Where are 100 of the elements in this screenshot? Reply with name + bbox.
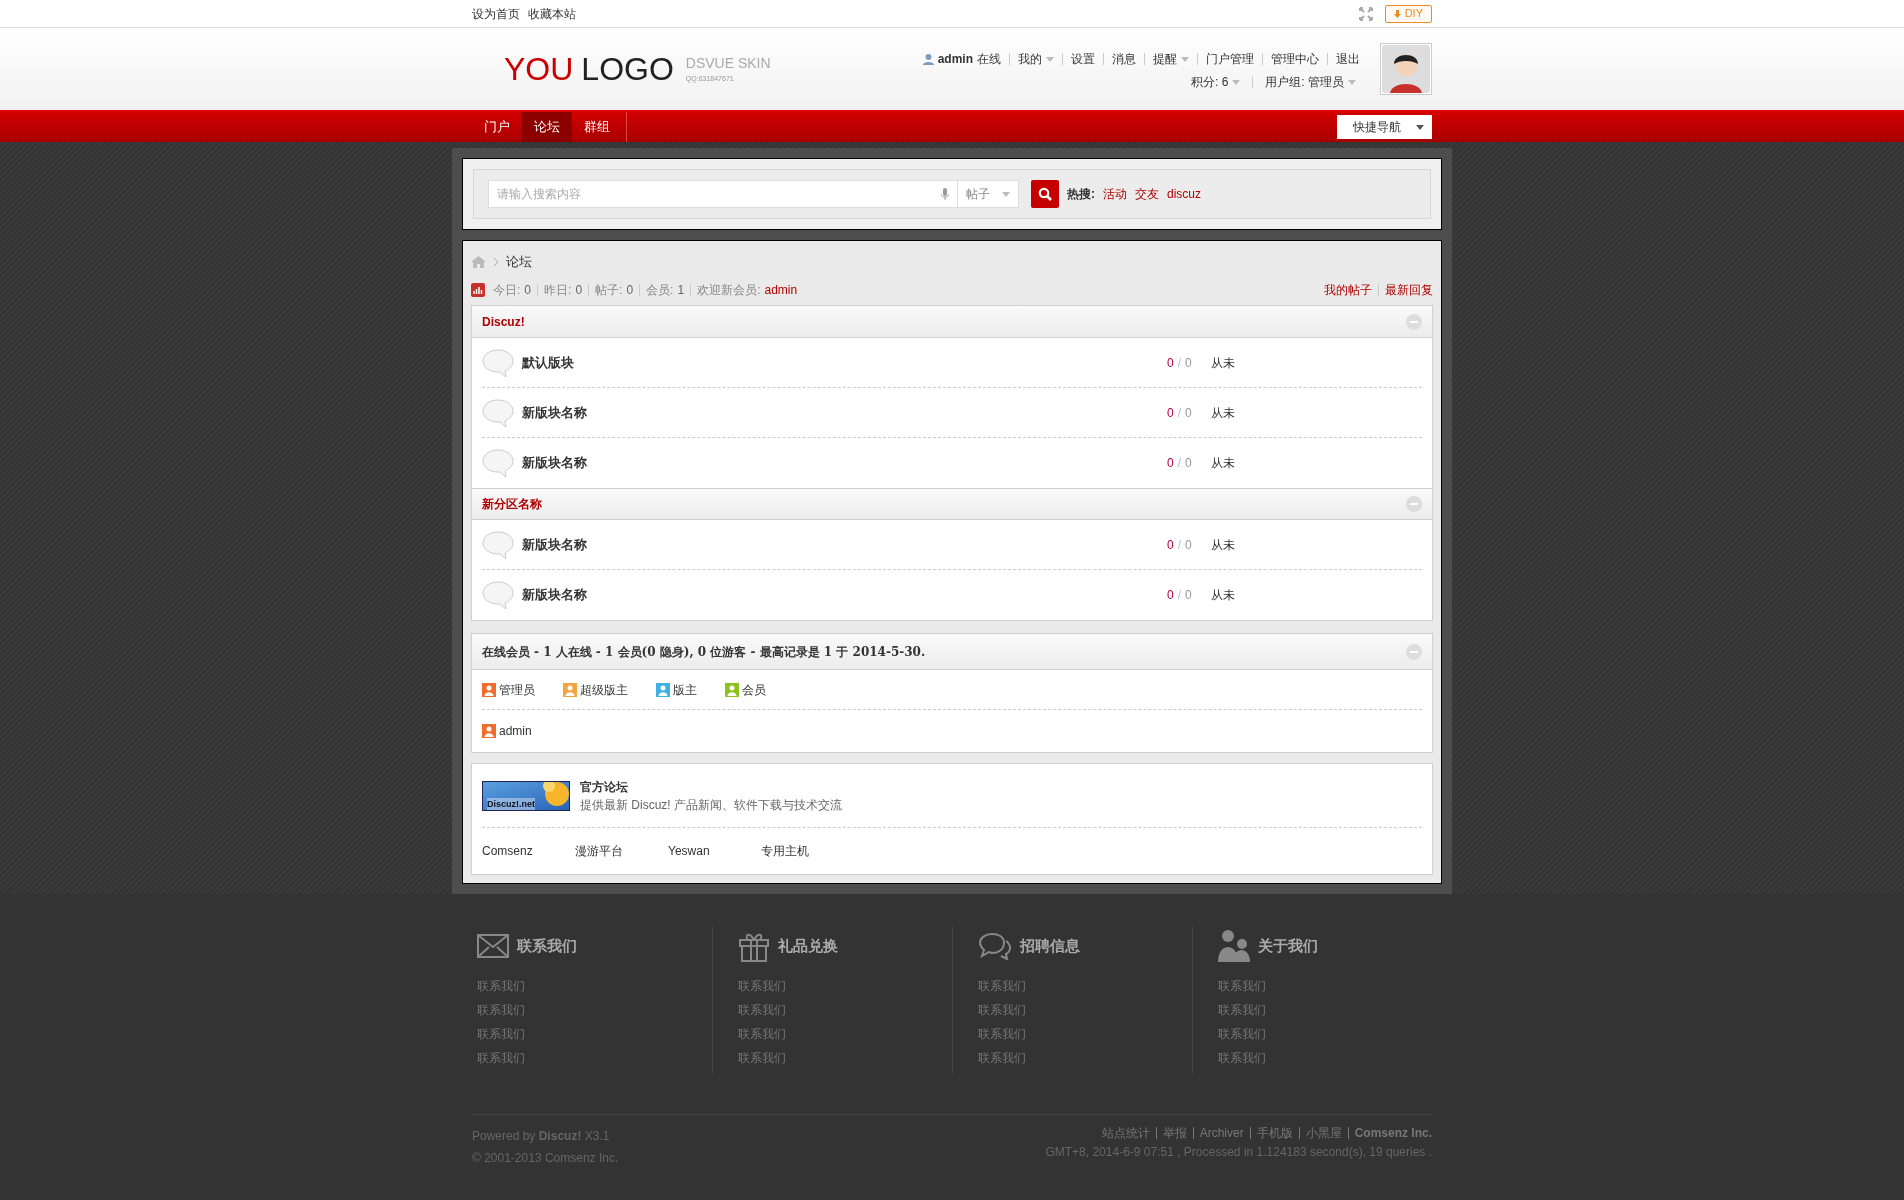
forum-name[interactable]: 新版块名称 [522, 453, 1167, 473]
caret-icon [1002, 191, 1010, 197]
hot-search-link[interactable]: 活动 [1103, 185, 1127, 203]
dropdown-link[interactable]: 我的 [1009, 53, 1062, 65]
user-link[interactable]: 设置 [1062, 53, 1103, 65]
last-post: 从未 [1211, 536, 1236, 554]
partner-description: 提供最新 Discuz! 产品新闻、软件下载与技术交流 [580, 796, 842, 814]
search-icon [1038, 187, 1052, 201]
breadcrumb-link[interactable]: 论坛 [506, 252, 532, 272]
thread-count: 0 [1167, 587, 1174, 604]
caret-icon [1232, 79, 1241, 85]
footer-column-title: 礼品兑换 [778, 935, 838, 956]
hot-search-label: 热搜: [1067, 186, 1095, 203]
thread-count: 0 [1167, 404, 1174, 422]
group-label: 超级版主 [580, 681, 628, 699]
search-type-select[interactable]: 帖子 [957, 180, 1019, 208]
user-link[interactable]: 门户管理 [1197, 53, 1262, 65]
dropdown-link[interactable]: 积分: 6 [1179, 76, 1253, 88]
partner-link[interactable]: 漫游平台 [575, 842, 668, 860]
post-count: 0 [1185, 587, 1192, 604]
collapse-icon[interactable] [1406, 313, 1422, 330]
caret-icon [1046, 56, 1054, 62]
user-link[interactable]: 管理中心 [1262, 53, 1327, 65]
hot-search-link[interactable]: 交友 [1135, 185, 1159, 203]
dropdown-link[interactable]: 提醒 [1144, 53, 1197, 65]
top-link[interactable]: 设为首页 [472, 4, 520, 23]
logo-text: LOGO [581, 53, 674, 85]
collapse-icon[interactable] [1406, 496, 1422, 512]
footer-column-title: 关于我们 [1258, 935, 1318, 956]
speech-bubbles-icon [978, 932, 1012, 960]
forum-name[interactable]: 默认版块 [522, 352, 1167, 373]
stat-value: 0 [524, 284, 532, 296]
last-post: 从未 [1211, 587, 1236, 604]
group-label: 会员 [742, 681, 766, 699]
count-separator: / [1177, 587, 1182, 604]
envelope-icon [477, 934, 509, 958]
skin-title: DSVUE SKIN [685, 54, 771, 74]
group-label: 管理员 [499, 681, 535, 699]
count-separator: / [1177, 354, 1182, 372]
home-icon[interactable] [471, 256, 486, 268]
forum-name[interactable]: 新版块名称 [522, 402, 1167, 423]
speech-bubble-icon [482, 347, 514, 378]
stat-label: 今日: [493, 284, 521, 296]
collapse-icon[interactable] [1406, 643, 1422, 660]
stats-link[interactable]: 我的帖子 [1318, 284, 1378, 296]
quick-nav-button[interactable]: 快捷导航 [1337, 115, 1432, 139]
member-link[interactable]: admin [764, 284, 798, 296]
stat-value: 0 [626, 284, 634, 296]
partner-logo[interactable]: Discuz!.net [482, 780, 570, 811]
top-link[interactable]: 收藏本站 [528, 4, 576, 23]
speech-bubble-icon [482, 529, 514, 560]
last-post: 从未 [1211, 404, 1236, 422]
partner-link[interactable]: Yeswan [668, 842, 761, 860]
user-link[interactable]: 退出 [1327, 53, 1368, 65]
avatar[interactable] [1380, 43, 1432, 95]
count-separator: / [1177, 455, 1182, 472]
online-status: 在线 [977, 51, 1001, 68]
partner-link[interactable]: 专用主机 [761, 842, 854, 860]
partner-link[interactable]: Comsenz [482, 842, 575, 860]
category-title[interactable]: Discuz! [482, 312, 525, 331]
post-count: 0 [1185, 455, 1192, 472]
stat-label: 会员: [646, 284, 674, 296]
last-post: 从未 [1211, 455, 1236, 472]
post-count: 0 [1185, 536, 1192, 554]
logo-text: YOU [504, 53, 574, 85]
forum-name[interactable]: 新版块名称 [522, 534, 1167, 555]
caret-icon [1181, 56, 1189, 62]
thread-count: 0 [1167, 455, 1174, 472]
fullscreen-icon[interactable] [1358, 6, 1373, 21]
caret-icon [1348, 79, 1356, 85]
user-link[interactable]: 消息 [1103, 53, 1144, 65]
forum-name[interactable]: 新版块名称 [522, 585, 1167, 605]
people-icon [1218, 930, 1250, 962]
search-button[interactable] [1031, 180, 1059, 208]
nav-tab[interactable]: 论坛 [522, 112, 572, 142]
post-count: 0 [1185, 354, 1192, 372]
stat-value: 0 [575, 284, 583, 296]
stats-link[interactable]: 最新回复 [1378, 284, 1433, 296]
stat-label: 昨日: [544, 284, 572, 296]
nav-tab[interactable]: 群组 [572, 112, 622, 142]
dropdown-link[interactable]: 用户组: 管理员 [1252, 76, 1368, 88]
category-title[interactable]: 新分区名称 [482, 495, 542, 513]
online-title: 在线会员 [482, 643, 530, 661]
partner-title[interactable]: 官方论坛 [580, 777, 842, 796]
group-label: 版主 [673, 681, 697, 699]
thread-count: 0 [1167, 354, 1174, 372]
online-summary: - 1 人在线 - 1 会员(0 隐身), 0 位游客 - 最高记录是 1 于 2014-5-30. [534, 643, 926, 661]
speech-bubble-icon [482, 448, 514, 478]
footer-column-title: 联系我们 [517, 935, 577, 956]
caret-icon [1416, 124, 1424, 130]
speech-bubble-icon [482, 580, 514, 610]
hot-search-link[interactable]: discuz [1167, 185, 1201, 203]
stat-value: 1 [677, 284, 685, 296]
chevron-icon [494, 258, 498, 266]
thread-count: 0 [1167, 536, 1174, 554]
online-user-link[interactable]: admin [499, 722, 532, 740]
microphone-icon[interactable] [941, 188, 949, 200]
nav-tab[interactable]: 门户 [472, 112, 522, 142]
last-post: 从未 [1211, 354, 1236, 372]
username-link[interactable]: admin [937, 50, 973, 68]
